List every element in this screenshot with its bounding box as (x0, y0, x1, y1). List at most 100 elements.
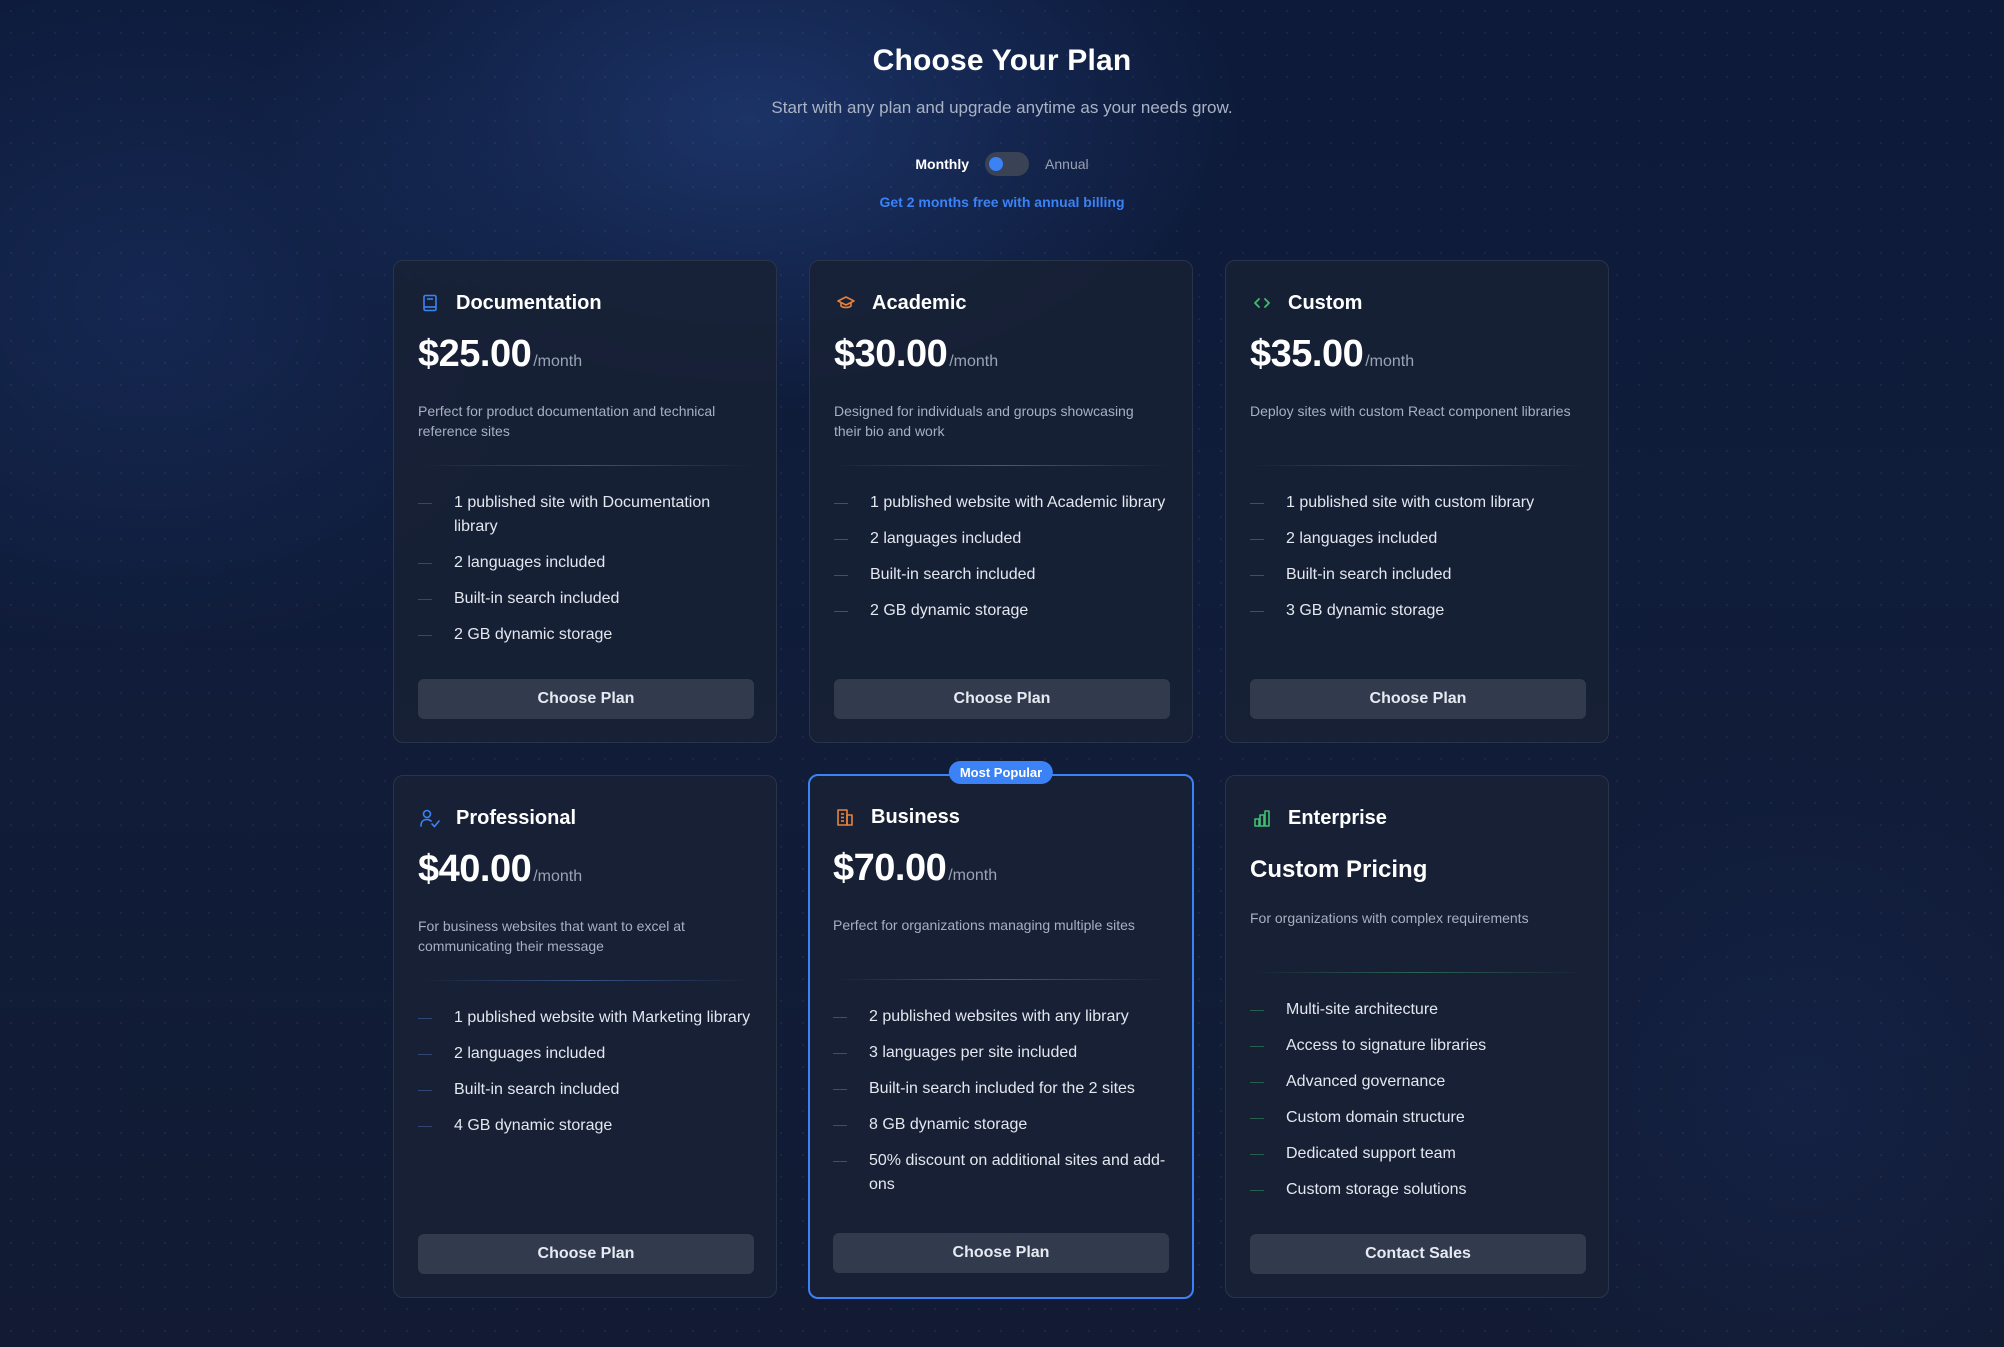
plan-description: Designed for individuals and groups show… (834, 403, 1134, 439)
dash-bullet (833, 1089, 847, 1090)
plan-card-academic: Academic $30.00 /month Designed for indi… (809, 260, 1193, 743)
plan-name: Documentation (456, 291, 602, 314)
feature-item: 2 GB dynamic storage (834, 599, 1170, 623)
divider (834, 465, 1170, 466)
dash-bullet (833, 1125, 847, 1126)
plan-name: Custom (1288, 291, 1363, 314)
price-period: /month (949, 353, 999, 370)
feature-item: Built-in search included (834, 563, 1170, 587)
most-popular-badge: Most Popular (948, 761, 1054, 784)
plan-price: $40.00 (418, 848, 532, 890)
feature-item: 2 published websites with any library (833, 1005, 1169, 1029)
feature-item: 2 languages included (418, 551, 754, 575)
plan-price: $25.00 (418, 333, 532, 375)
feature-item: 4 GB dynamic storage (418, 1114, 754, 1138)
plan-price: Custom Pricing (1250, 856, 1428, 883)
billing-period-toggle[interactable] (985, 152, 1030, 176)
bar-chart-icon (1250, 806, 1274, 830)
choose-plan-button[interactable]: Choose Plan (418, 1234, 754, 1274)
dash-bullet (1250, 1082, 1264, 1083)
feature-item: 50% discount on additional sites and add… (833, 1149, 1169, 1197)
price-period: /month (533, 868, 583, 885)
feature-item: Custom domain structure (1250, 1106, 1586, 1130)
dash-bullet (833, 1161, 847, 1162)
plan-card-documentation: Documentation $25.00 /month Perfect for … (393, 260, 777, 743)
dash-bullet (1250, 575, 1264, 576)
dash-bullet (418, 1054, 432, 1055)
plan-card-business: Most Popular Business $70.00 /month Perf… (808, 761, 1194, 1299)
divider (1250, 972, 1586, 973)
graduation-cap-icon (834, 291, 858, 315)
dash-bullet (1250, 1190, 1264, 1191)
plan-header: Enterprise (1250, 806, 1387, 830)
page-subtitle: Start with any plan and upgrade anytime … (771, 98, 1233, 117)
feature-item: Built-in search included (1250, 563, 1586, 587)
dash-bullet (834, 503, 848, 504)
price-period: /month (948, 867, 998, 884)
book-icon (418, 291, 442, 315)
dash-bullet (418, 1018, 432, 1019)
feature-list: 2 published websites with any library 3 … (833, 1005, 1169, 1209)
plan-price: $35.00 (1250, 333, 1364, 375)
code-icon (1250, 291, 1274, 315)
price-row: $30.00 /month (834, 333, 998, 376)
dash-bullet (833, 1053, 847, 1054)
feature-item: 1 published site with custom library (1250, 491, 1586, 515)
plan-description: Deploy sites with custom React component… (1250, 403, 1571, 419)
dash-bullet (418, 563, 432, 564)
plan-header: Business (833, 805, 960, 829)
user-check-icon (418, 806, 442, 830)
contact-sales-button[interactable]: Contact Sales (1250, 1234, 1586, 1274)
feature-list: 1 published website with Marketing libra… (418, 1006, 754, 1150)
plan-name: Enterprise (1288, 806, 1387, 829)
choose-plan-button[interactable]: Choose Plan (418, 679, 754, 719)
dash-bullet (418, 1126, 432, 1127)
feature-item: Built-in search included for the 2 sites (833, 1077, 1169, 1101)
feature-item: Multi-site architecture (1250, 998, 1586, 1022)
plan-description: Perfect for product documentation and te… (418, 403, 716, 439)
plan-header: Professional (418, 806, 576, 830)
price-period: /month (533, 353, 583, 370)
price-row: $25.00 /month (418, 333, 582, 376)
choose-plan-button[interactable]: Choose Plan (834, 679, 1170, 719)
feature-item: 2 languages included (834, 527, 1170, 551)
plan-description: For business websites that want to excel… (418, 918, 685, 954)
billing-monthly-label[interactable]: Monthly (915, 156, 969, 172)
dash-bullet (1250, 539, 1264, 540)
billing-toggle-row: Monthly Annual (0, 152, 2004, 176)
choose-plan-button[interactable]: Choose Plan (1250, 679, 1586, 719)
price-row: $40.00 /month (418, 848, 582, 891)
choose-plan-button[interactable]: Choose Plan (833, 1233, 1169, 1273)
page-title: Choose Your Plan (872, 44, 1132, 77)
divider (833, 979, 1169, 980)
feature-item: Access to signature libraries (1250, 1034, 1586, 1058)
building-icon (833, 805, 857, 829)
feature-item: Advanced governance (1250, 1070, 1586, 1094)
plan-name: Business (871, 805, 960, 828)
feature-item: 1 published website with Academic librar… (834, 491, 1170, 515)
dash-bullet (1250, 611, 1264, 612)
plan-name: Professional (456, 806, 577, 829)
dash-bullet (1250, 1118, 1264, 1119)
dash-bullet (1250, 1010, 1264, 1011)
dash-bullet (1250, 503, 1264, 504)
price-row: $70.00 /month (833, 847, 997, 890)
feature-item: Dedicated support team (1250, 1142, 1586, 1166)
divider (418, 465, 754, 466)
dash-bullet (834, 611, 848, 612)
feature-item: 2 languages included (418, 1042, 754, 1066)
feature-item: Built-in search included (418, 587, 754, 611)
feature-list: Multi-site architecture Access to signat… (1250, 998, 1586, 1214)
divider (418, 980, 754, 981)
plan-description: For organizations with complex requireme… (1250, 910, 1529, 926)
plan-price: $70.00 (833, 847, 947, 889)
billing-annual-label[interactable]: Annual (1045, 156, 1089, 172)
dash-bullet (834, 539, 848, 540)
divider (1250, 465, 1586, 466)
plan-header: Custom (1250, 291, 1362, 315)
dash-bullet (418, 599, 432, 600)
toggle-knob (989, 157, 1004, 171)
feature-item: 1 published website with Marketing libra… (418, 1006, 754, 1030)
plan-header: Documentation (418, 291, 602, 315)
dash-bullet (418, 503, 432, 504)
